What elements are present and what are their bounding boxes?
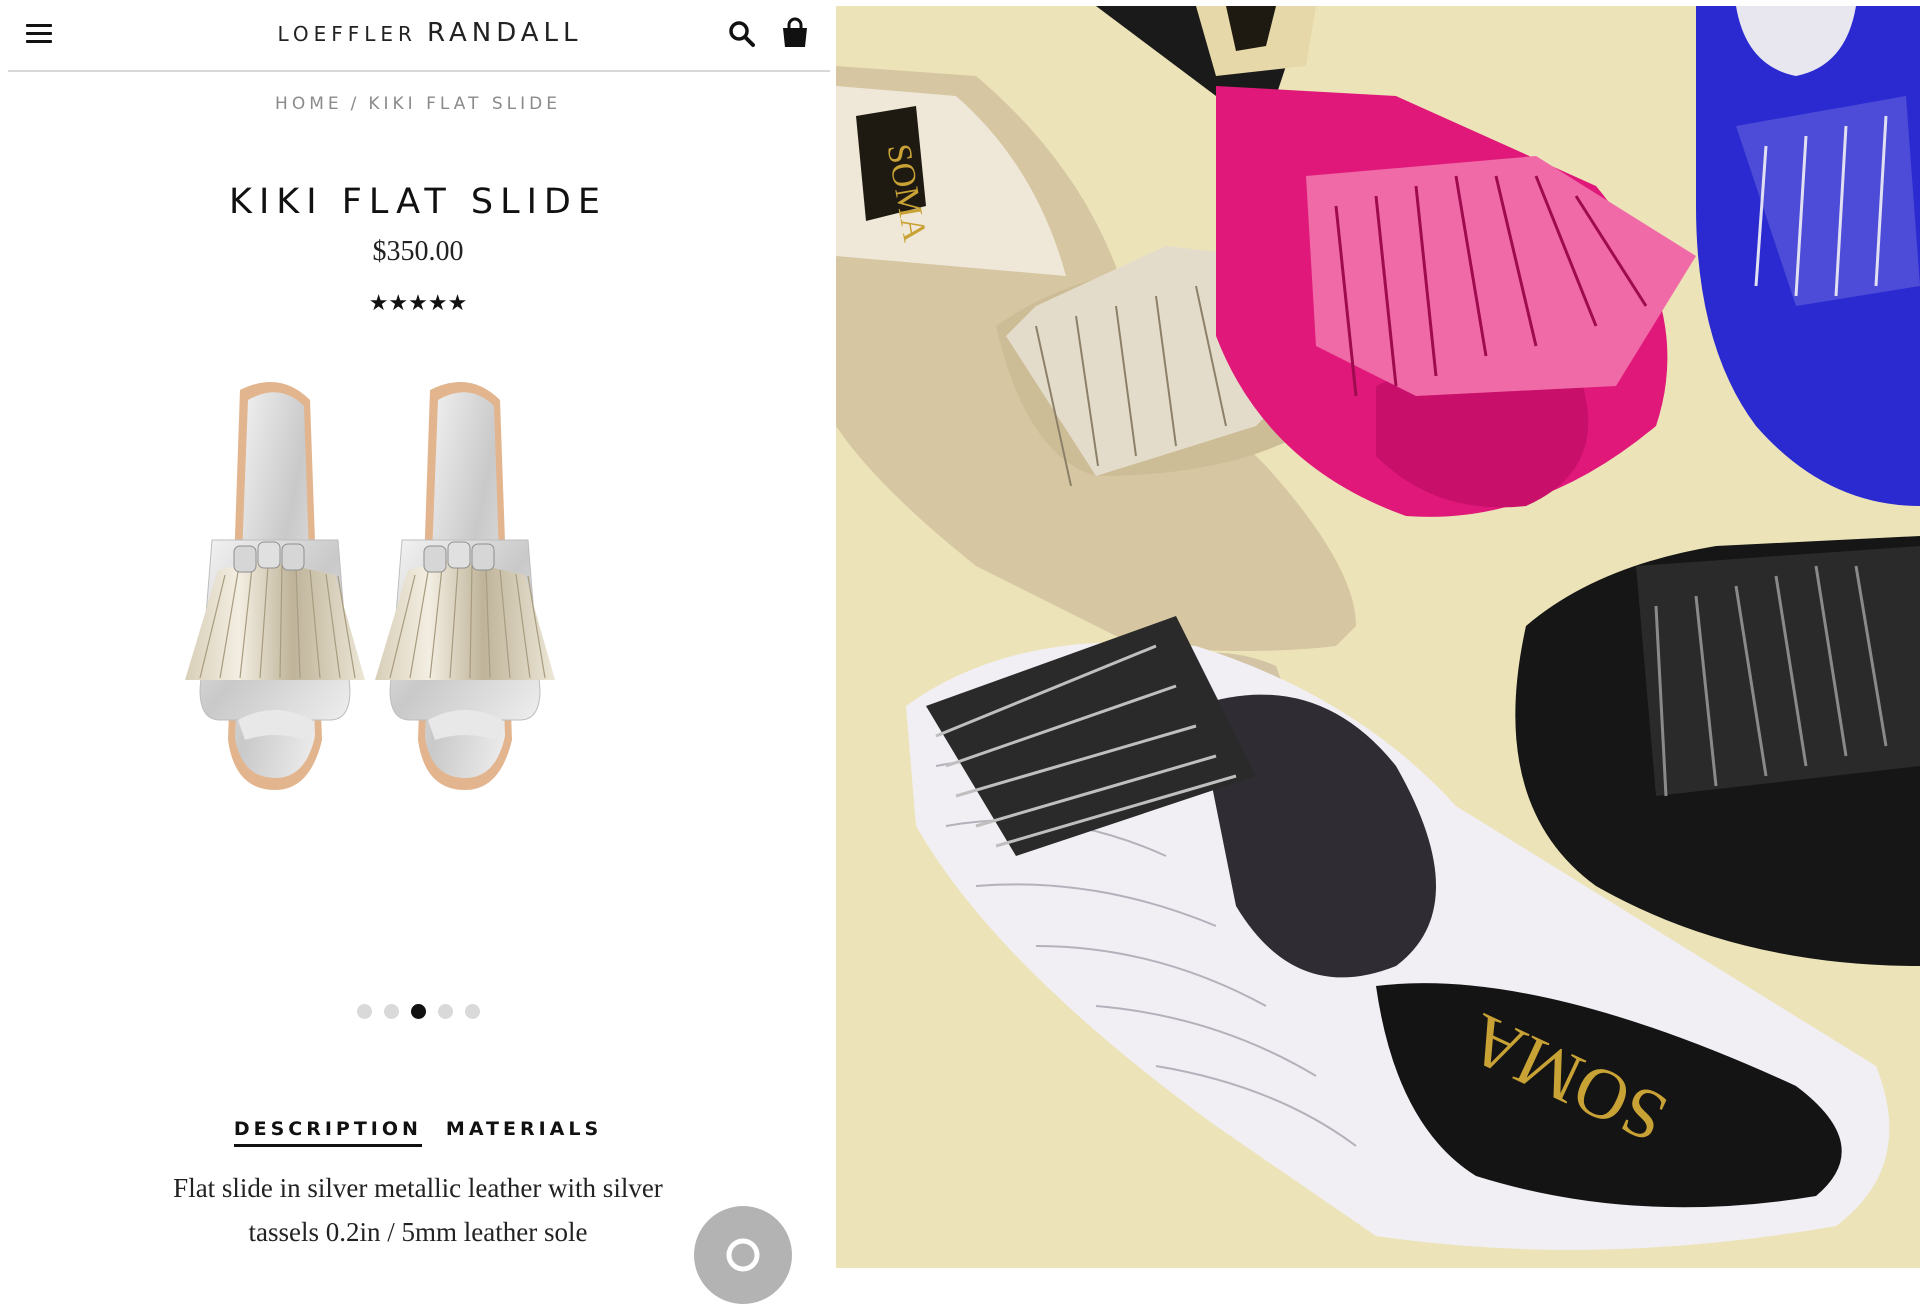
left-slide-shoe (185, 382, 365, 790)
chat-icon (726, 1238, 760, 1272)
brand-name-second: RANDALL (426, 18, 583, 48)
product-page-panel: LOEFFLER RANDALL HOME / KIKI FLAT SLIDE KIK… (0, 0, 836, 1304)
product-description: Flat slide in silver metallic leather wi… (110, 1166, 726, 1254)
breadcrumb-current: KIKI FLAT SLIDE (368, 94, 561, 114)
hamburger-icon[interactable] (26, 22, 56, 48)
product-tabs: DESCRIPTION MATERIALS (0, 1118, 836, 1147)
breadcrumb: HOME / KIKI FLAT SLIDE (0, 94, 836, 114)
carousel-dots (0, 1003, 836, 1021)
carousel-dot-2[interactable] (383, 1004, 399, 1020)
brand-logo[interactable]: LOEFFLER RANDALL (240, 18, 620, 48)
carousel-dot-1[interactable] (356, 1004, 372, 1020)
product-title: KIKI FLAT SLIDE (229, 182, 607, 222)
tab-materials[interactable]: MATERIALS (446, 1118, 602, 1144)
product-price: $350.00 (372, 236, 464, 267)
carousel-dot-5[interactable] (464, 1004, 480, 1020)
right-slide-shoe (375, 382, 555, 790)
lifestyle-photo: SOMA SOMA (836, 6, 1920, 1268)
brand-name-first: LOEFFLER (277, 22, 417, 46)
breadcrumb-separator: / (350, 94, 361, 114)
rating-stars[interactable]: ★★★★★ (0, 290, 836, 316)
product-image-carousel[interactable] (140, 360, 700, 900)
chat-button[interactable] (694, 1206, 792, 1304)
site-header: LOEFFLER RANDALL (8, 0, 830, 72)
description-line-1: Flat slide in silver metallic leather wi… (173, 1173, 663, 1203)
description-line-2: tassels 0.2in / 5mm leather sole (248, 1217, 588, 1247)
tab-description[interactable]: DESCRIPTION (233, 1118, 422, 1147)
search-icon[interactable] (726, 18, 758, 50)
carousel-dot-4[interactable] (437, 1004, 453, 1020)
carousel-dot-3[interactable] (410, 1004, 426, 1020)
breadcrumb-home-link[interactable]: HOME (275, 94, 343, 114)
shopping-bag-icon[interactable] (778, 16, 812, 50)
